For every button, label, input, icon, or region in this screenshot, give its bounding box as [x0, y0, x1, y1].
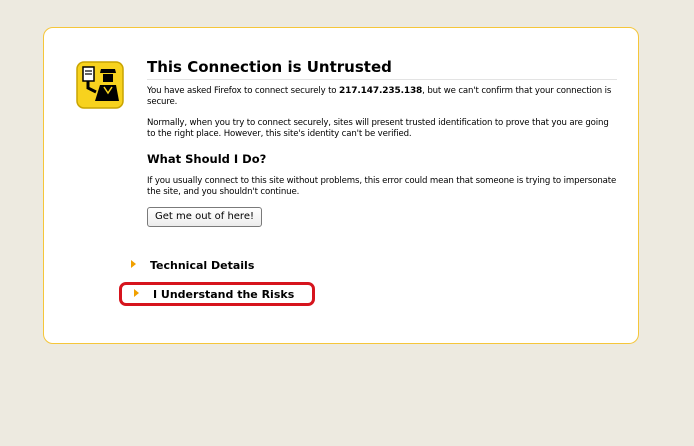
host-address: 217.147.235.138: [339, 86, 423, 96]
technical-details-expander[interactable]: Technical Details: [131, 259, 254, 273]
understand-risks-expander[interactable]: I Understand the Risks: [134, 288, 294, 302]
page-title: This Connection is Untrusted: [147, 57, 617, 80]
error-box: This Connection is Untrusted You have as…: [43, 27, 639, 344]
intro-before-text: You have asked Firefox to connect secure…: [147, 86, 340, 96]
explanation-text: Normally, when you try to connect secure…: [147, 118, 609, 139]
error-content: This Connection is Untrusted You have as…: [147, 57, 617, 227]
get-me-out-button[interactable]: Get me out of here!: [147, 207, 262, 227]
technical-details-label: Technical Details: [150, 259, 255, 272]
untrusted-connection-page: This Connection is Untrusted You have as…: [0, 0, 694, 446]
understand-risks-label: I Understand the Risks: [153, 288, 295, 301]
triangle-right-icon: [131, 260, 136, 268]
what-should-i-do-heading: What Should I Do?: [147, 152, 267, 166]
advice-text: If you usually connect to this site with…: [147, 176, 617, 197]
triangle-right-icon: [134, 289, 139, 297]
policeman-warning-icon: [76, 61, 124, 109]
intro-text: You have asked Firefox to connect secure…: [147, 86, 617, 108]
